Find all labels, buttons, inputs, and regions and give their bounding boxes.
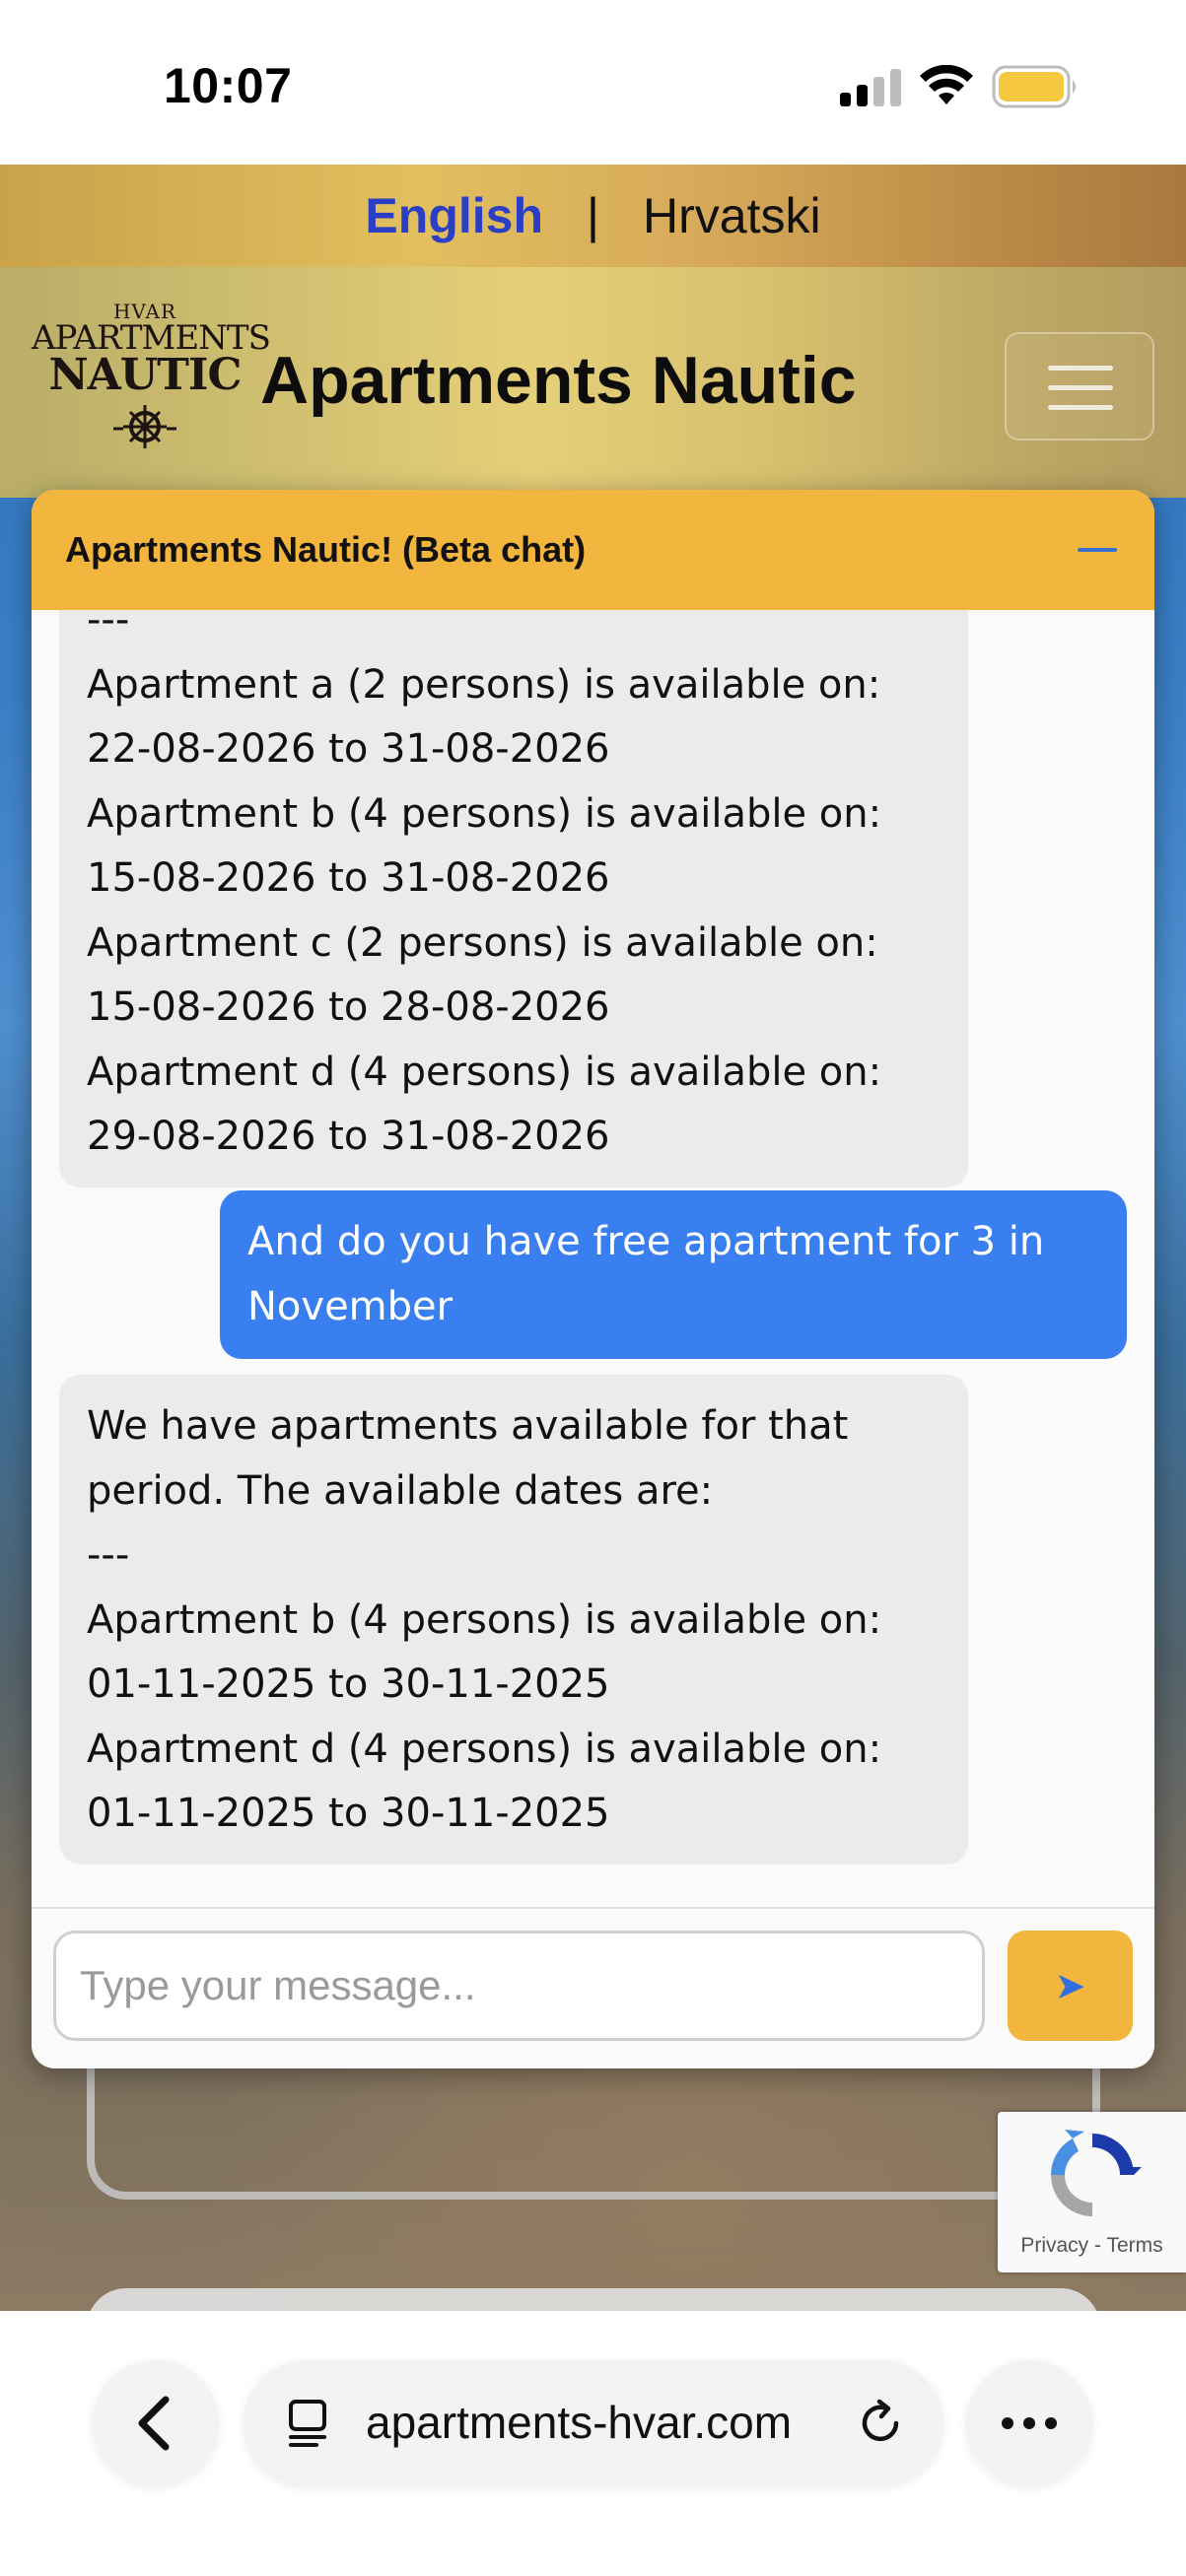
menu-bar-icon <box>1048 385 1113 390</box>
send-arrow-icon: ➤ <box>1054 1964 1086 2007</box>
reload-icon[interactable] <box>853 2396 908 2451</box>
chat-message-input[interactable] <box>53 1931 985 2041</box>
chat-title: Apartments Nautic! (Beta chat) <box>65 529 587 570</box>
recaptcha-badge[interactable]: Privacy - Terms <box>998 2112 1186 2272</box>
language-croatian-link[interactable]: Hrvatski <box>643 187 821 244</box>
menu-bar-icon <box>1048 366 1113 371</box>
back-button[interactable] <box>93 2360 219 2486</box>
tab-overview-icon <box>289 2400 326 2447</box>
url-text: apartments-hvar.com <box>366 2397 793 2448</box>
background-card <box>87 2288 1100 2311</box>
chat-header[interactable]: Apartments Nautic! (Beta chat) <box>32 490 1154 610</box>
site-logo[interactable]: HVAR APARTMENTS NAUTIC <box>32 301 271 448</box>
bot-message: --- Apartment a (2 persons) is available… <box>59 610 968 1187</box>
chat-input-area: ➤ <box>32 1907 1154 2068</box>
address-bar[interactable]: apartments-hvar.com <box>244 2360 943 2486</box>
recaptcha-privacy-link[interactable]: Privacy <box>1020 2234 1088 2257</box>
language-separator: | <box>587 188 599 243</box>
site-brand-title[interactable]: Apartments Nautic <box>260 342 857 419</box>
ellipsis-icon <box>1002 2417 1057 2429</box>
user-message: And do you have free apartment for 3 in … <box>220 1190 1127 1359</box>
menu-bar-icon <box>1048 405 1113 410</box>
send-button[interactable]: ➤ <box>1008 1931 1133 2041</box>
menu-toggle-button[interactable] <box>1005 332 1154 441</box>
logo-line-3: NAUTIC <box>48 350 242 400</box>
cellular-signal-icon <box>840 69 901 106</box>
battery-icon <box>992 65 1076 108</box>
status-bar: 10:07 <box>0 0 1186 165</box>
browser-toolbar: apartments-hvar.com <box>0 2311 1186 2576</box>
site-navbar: HVAR APARTMENTS NAUTIC Apartments Nautic <box>0 267 1186 498</box>
language-english-link[interactable]: English <box>365 187 543 244</box>
status-time: 10:07 <box>164 58 293 113</box>
chat-widget: Apartments Nautic! (Beta chat) --- Apart… <box>32 490 1154 2068</box>
chat-messages[interactable]: --- Apartment a (2 persons) is available… <box>32 610 1154 1907</box>
wifi-icon <box>920 65 973 104</box>
language-bar: English | Hrvatski <box>0 165 1186 267</box>
more-options-button[interactable] <box>966 2360 1092 2486</box>
recaptcha-separator: - <box>1094 2234 1102 2257</box>
chevron-left-icon <box>138 2396 170 2451</box>
recaptcha-links: Privacy - Terms <box>998 2234 1186 2258</box>
minimize-chat-button[interactable] <box>1078 548 1117 552</box>
bot-message: We have apartments available for that pe… <box>59 1375 968 1864</box>
ship-wheel-icon <box>113 405 176 448</box>
recaptcha-icon <box>1051 2130 1142 2216</box>
recaptcha-terms-link[interactable]: Terms <box>1107 2234 1163 2257</box>
